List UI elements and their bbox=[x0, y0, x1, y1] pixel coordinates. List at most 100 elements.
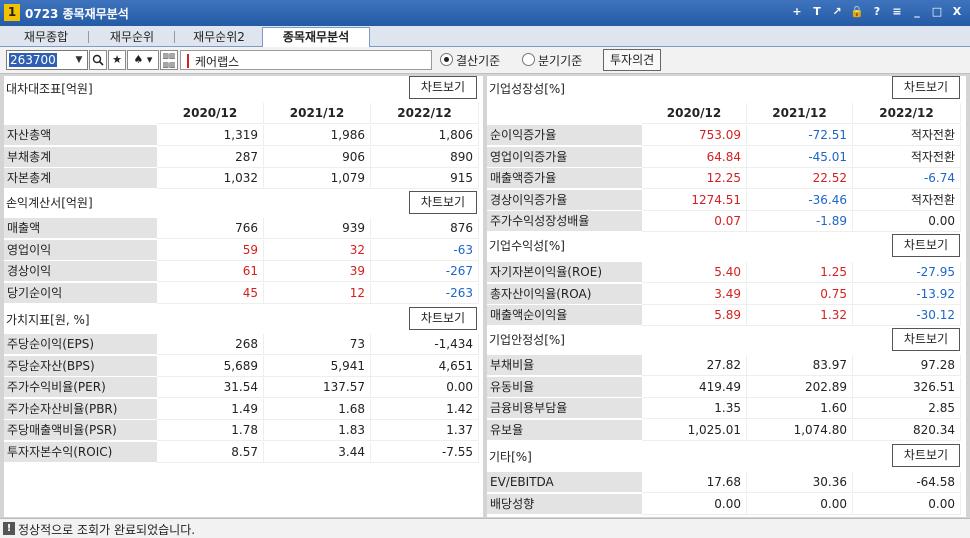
row-value: 1,032 bbox=[157, 168, 264, 190]
stock-name-field[interactable]: 케어랩스 bbox=[180, 50, 432, 70]
column-header-year: 2020/12 bbox=[642, 103, 747, 124]
row-value: -36.46 bbox=[747, 189, 853, 211]
menu-icon[interactable]: ≡ bbox=[890, 4, 904, 20]
row-value: -7.55 bbox=[371, 442, 479, 463]
row-value: 1.49 bbox=[157, 398, 264, 420]
row-value: 1,319 bbox=[157, 125, 264, 146]
table-row: 유보율 1,025.01 1,074.80 820.34 bbox=[487, 419, 961, 441]
row-value: 0.00 bbox=[642, 493, 747, 515]
help-icon[interactable]: ? bbox=[870, 4, 884, 20]
row-value: 137.57 bbox=[264, 377, 371, 399]
row-value: -263 bbox=[371, 282, 479, 304]
row-label: 주당매출액비율(PSR) bbox=[4, 420, 157, 442]
table-row: EV/EBITDA 17.68 30.36 -64.58 bbox=[487, 472, 961, 493]
table-row: 금융비용부담율 1.35 1.60 2.85 bbox=[487, 398, 961, 420]
toolbar: 263700 ▼ ★ ♠ ▾ ▥▥ ▥▥ 케어랩스 결산기준 분기기준 투자의견 bbox=[0, 47, 970, 74]
stock-code-input[interactable]: 263700 ▼ bbox=[6, 50, 88, 70]
table-row: 주가수익성장성배율 0.07 -1.89 0.00 bbox=[487, 211, 961, 233]
row-value: 61 bbox=[157, 261, 264, 283]
tab-financial-rank[interactable]: 재무순위 bbox=[92, 28, 172, 47]
right-panel: 기업성장성[%] 차트보기 2020/12 2021/12 2022/12 순이익증가율 7… bbox=[487, 76, 966, 517]
plus-icon[interactable]: + bbox=[790, 4, 804, 20]
row-value: 59 bbox=[157, 239, 264, 261]
row-value: 890 bbox=[371, 146, 479, 168]
row-label: 경상이익증가율 bbox=[487, 189, 642, 211]
chart-view-button[interactable]: 차트보기 bbox=[409, 191, 477, 214]
tab-stock-financial-analysis[interactable]: 종목재무분석 bbox=[262, 27, 370, 48]
chart-view-button[interactable]: 차트보기 bbox=[409, 76, 477, 99]
row-value: 27.82 bbox=[642, 355, 747, 376]
row-value: 0.75 bbox=[747, 283, 853, 305]
radio-annual-label[interactable]: 결산기준 bbox=[456, 52, 500, 69]
row-label: 순이익증가율 bbox=[487, 125, 642, 146]
stock-code-value: 263700 bbox=[9, 53, 57, 67]
row-value: 1.42 bbox=[371, 398, 479, 420]
row-label: 금융비용부담율 bbox=[487, 398, 642, 420]
row-value: 31.54 bbox=[157, 377, 264, 399]
tab-divider bbox=[88, 31, 89, 43]
row-label: 당기순이익 bbox=[4, 282, 157, 304]
share-icon[interactable]: ↗ bbox=[830, 4, 844, 20]
grid-icon[interactable]: ▥▥ ▥▥ bbox=[160, 50, 178, 70]
table-row: 경상이익증가율 1274.51 -36.46 적자전환 bbox=[487, 189, 961, 211]
column-header-year: 2021/12 bbox=[264, 103, 371, 124]
row-value: 8.57 bbox=[157, 442, 264, 463]
table-row: 투자자본수익(ROIC) 8.57 3.44 -7.55 bbox=[4, 442, 479, 463]
column-header-year: 2022/12 bbox=[371, 103, 479, 124]
close-icon[interactable]: X bbox=[950, 4, 964, 20]
row-value: 287 bbox=[157, 146, 264, 168]
row-value: 97.28 bbox=[853, 355, 961, 376]
table-row: 영업이익 59 32 -63 bbox=[4, 239, 479, 261]
row-value: 753.09 bbox=[642, 125, 747, 146]
row-value: 5.40 bbox=[642, 262, 747, 283]
chart-view-button[interactable]: 차트보기 bbox=[892, 234, 960, 257]
chevron-down-icon[interactable]: ▼ bbox=[72, 52, 86, 68]
row-value: 1,806 bbox=[371, 125, 479, 146]
search-icon[interactable] bbox=[89, 50, 107, 70]
table-row: 자본총계 1,032 1,079 915 bbox=[4, 168, 479, 190]
table-row: 경상이익 61 39 -267 bbox=[4, 261, 479, 283]
row-value: 1.83 bbox=[264, 420, 371, 442]
minimize-icon[interactable]: _ bbox=[910, 4, 924, 20]
row-value: 22.52 bbox=[747, 168, 853, 190]
table-row: 배당성향 0.00 0.00 0.00 bbox=[487, 493, 961, 515]
maximize-icon[interactable]: □ bbox=[930, 4, 944, 20]
row-value: 5.89 bbox=[642, 305, 747, 327]
tab-financial-rank2[interactable]: 재무순위2 bbox=[178, 28, 260, 47]
tab-financial-summary[interactable]: 재무종합 bbox=[6, 28, 86, 47]
invest-opinion-button[interactable]: 투자의견 bbox=[603, 49, 662, 71]
spade-menu-icon[interactable]: ♠ ▾ bbox=[127, 50, 159, 70]
row-value: 30.36 bbox=[747, 472, 853, 493]
row-value: 1,025.01 bbox=[642, 419, 747, 441]
table-row: 주당순이익(EPS) 268 73 -1,434 bbox=[4, 334, 479, 355]
radio-annual[interactable] bbox=[440, 53, 453, 66]
row-value: -6.74 bbox=[853, 168, 961, 190]
table-row: 매출액순이익율 5.89 1.32 -30.12 bbox=[487, 305, 961, 327]
chart-view-button[interactable]: 차트보기 bbox=[409, 307, 477, 330]
table-row: 유동비율 419.49 202.89 326.51 bbox=[487, 376, 961, 398]
row-value: 1.35 bbox=[642, 398, 747, 420]
row-value: 1.78 bbox=[157, 420, 264, 442]
table-row: 부채총계 287 906 890 bbox=[4, 146, 479, 168]
row-label: 투자자본수익(ROIC) bbox=[4, 442, 157, 463]
chart-view-button[interactable]: 차트보기 bbox=[892, 76, 960, 99]
row-value: 1.68 bbox=[264, 398, 371, 420]
lock-icon[interactable]: 🔒 bbox=[850, 4, 864, 20]
info-icon: ! bbox=[3, 522, 15, 535]
radio-quarterly-label[interactable]: 분기기준 bbox=[538, 52, 582, 69]
row-value: 1.60 bbox=[747, 398, 853, 420]
row-value: 17.68 bbox=[642, 472, 747, 493]
row-value: 0.00 bbox=[853, 211, 961, 233]
status-bar: ! 정상적으로 조회가 완료되었습니다. bbox=[0, 518, 970, 538]
table-header: 2020/12 2021/12 2022/12 bbox=[487, 103, 961, 124]
row-value: -72.51 bbox=[747, 125, 853, 146]
text-icon[interactable]: T bbox=[810, 4, 824, 20]
radio-quarterly[interactable] bbox=[522, 53, 535, 66]
row-value: 39 bbox=[264, 261, 371, 283]
row-label: 매출액 bbox=[4, 218, 157, 239]
row-value: -267 bbox=[371, 261, 479, 283]
section-title-income: 손익계산서[억원] bbox=[6, 196, 93, 210]
chart-view-button[interactable]: 차트보기 bbox=[892, 328, 960, 351]
star-icon[interactable]: ★ bbox=[108, 50, 126, 70]
chart-view-button[interactable]: 차트보기 bbox=[892, 444, 960, 467]
